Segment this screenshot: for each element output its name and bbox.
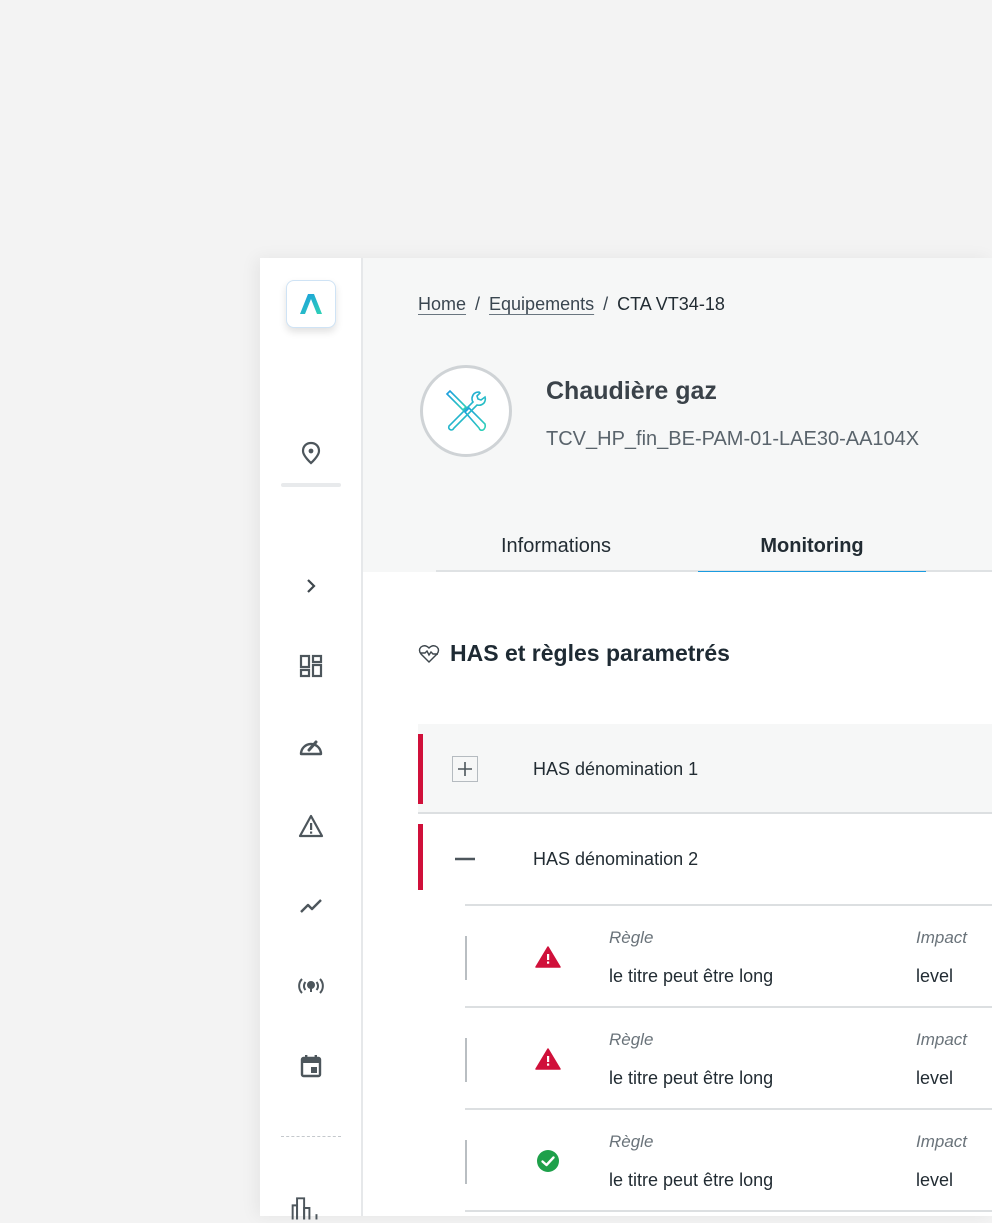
rule-row[interactable]: Règle le titre peut être long Impact lev… [465,1110,992,1212]
rule-row[interactable]: Règle le titre peut être long Impact lev… [465,1008,992,1110]
tab-monitoring[interactable]: Monitoring [698,520,926,574]
plus-icon [458,762,472,776]
section-title-text: HAS et règles parametrés [450,640,730,666]
sidebar [260,258,363,1220]
monitoring-content: HAS et règles parametrés HAS dénominatio… [363,572,992,1216]
calendar-icon[interactable] [296,1051,326,1081]
location-pin-icon[interactable] [296,438,326,468]
has-row[interactable]: HAS dénomination 2 [418,814,992,904]
rule-row[interactable]: Règle le titre peut être long Impact lev… [465,906,992,1008]
breadcrumb-home[interactable]: Home [418,294,466,314]
chevron-right-icon[interactable] [296,571,326,601]
rule-label: Règle [609,1132,654,1151]
breadcrumb-separator: / [475,294,481,314]
rule-value: le titre peut être long [609,1170,774,1190]
impact-value: level [916,1170,954,1190]
gauge-icon[interactable] [296,731,326,761]
minus-icon [455,857,475,861]
broadcast-icon[interactable] [296,971,326,1001]
success-check-icon [535,1148,561,1174]
impact-label: Impact [916,1132,968,1151]
has-label: HAS dénomination 1 [533,758,699,779]
breadcrumb-equipements[interactable]: Equipements [489,294,594,314]
sidebar-separator [281,483,341,487]
warning-icon[interactable] [296,811,326,841]
equipment-title: Chaudière gaz [546,377,717,405]
status-bar [418,734,423,804]
sidebar-divider [281,1136,341,1137]
equipment-avatar [420,365,512,457]
tab-informations[interactable]: Informations [436,520,676,572]
trend-icon[interactable] [296,891,326,921]
error-icon [535,944,561,970]
tools-icon [445,389,487,432]
expand-toggle[interactable] [452,756,478,782]
breadcrumb: Home / Equipements / CTA VT34-18 [418,294,725,315]
building-icon[interactable] [290,1193,320,1223]
impact-value: level [916,966,954,986]
rule-list: Règle le titre peut être long Impact lev… [465,904,992,1212]
app-logo[interactable] [286,280,336,328]
heart-pulse-icon [418,644,440,663]
section-title: HAS et règles parametrés [418,640,730,667]
impact-value: level [916,1068,954,1088]
impact-label: Impact [916,928,968,947]
dashboard-icon[interactable] [296,651,326,681]
rule-label: Règle [609,1030,654,1049]
equipment-code: TCV_HP_fin_BE-PAM-01-LAE30-AA104X [546,428,920,450]
tab-bar: Informations Monitoring [436,520,992,574]
collapse-toggle[interactable] [452,846,478,872]
impact-label: Impact [916,1030,968,1049]
breadcrumb-current: CTA VT34-18 [617,294,725,314]
has-label: HAS dénomination 2 [533,848,699,869]
status-bar [418,824,423,890]
error-icon [535,1046,561,1072]
rule-label: Règle [609,928,654,947]
has-row[interactable]: HAS dénomination 1 [418,724,992,814]
main-panel: Home / Equipements / CTA VT34-18 Chaudière g… [363,258,992,1216]
breadcrumb-separator: / [603,294,609,314]
app-window: Home / Equipements / CTA VT34-18 Chaudière g… [260,258,992,1220]
rule-value: le titre peut être long [609,966,774,986]
rule-value: le titre peut être long [609,1068,774,1088]
